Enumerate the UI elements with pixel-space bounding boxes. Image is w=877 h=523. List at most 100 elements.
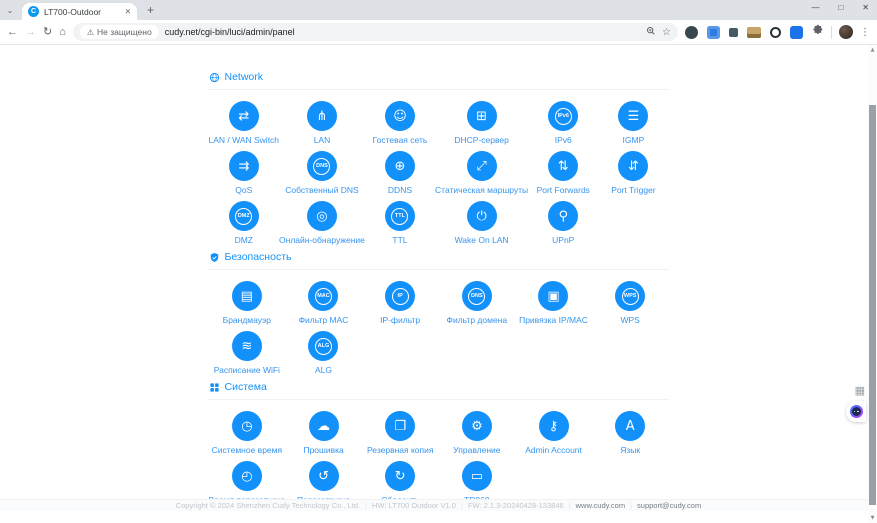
shield-icon [209, 252, 220, 263]
panel-item-igmp[interactable]: ☰ IGMP [598, 101, 668, 145]
icon-glyph: ⋔ [317, 110, 328, 123]
footer-link[interactable]: www.cudy.com [576, 501, 625, 510]
icon-badge-text: WPS [622, 288, 639, 305]
panel-item-firmware[interactable]: ☁Прошивка [285, 411, 362, 455]
panel-item-custom-dns[interactable]: DNSСобственный DNS [279, 151, 365, 195]
section-title: Network [225, 71, 264, 83]
panel-item-wake-on-lan[interactable]: ⏻Wake On LAN [435, 201, 528, 245]
icon-badge-text: DNS [313, 158, 330, 175]
zoom-indicator-icon[interactable] [646, 26, 656, 39]
panel-item-port-forwards[interactable]: ⇅Port Forwards [528, 151, 598, 195]
footer-link[interactable]: support@cudy.com [637, 501, 701, 510]
panel-item-label: DDNS [365, 185, 435, 195]
new-tab-button[interactable]: + [147, 3, 154, 17]
ip-filter-icon: IP [385, 281, 415, 311]
icon-glyph: ⤢ [476, 160, 486, 173]
panel-item-dmz[interactable]: DMZDMZ [209, 201, 280, 245]
panel-item-label: WPS [592, 315, 669, 325]
panel-item-ddns[interactable]: ⊕DDNS [365, 151, 435, 195]
port-trigger-icon: ⇵ [618, 151, 648, 181]
panel-item-mac-filter[interactable]: MACФильтр MAC [285, 281, 362, 325]
bookmark-star-icon[interactable]: ☆ [662, 27, 671, 38]
scroll-up-button[interactable]: ▲ [868, 47, 877, 53]
guest-network-icon: ☺ [385, 101, 415, 131]
extension-icon-1[interactable] [685, 26, 698, 39]
extension-icon-5[interactable] [770, 27, 781, 38]
panel-item-guest-network[interactable]: ☺ Гостевая сеть [365, 101, 435, 145]
security-chip[interactable]: ⚠ Не защищено [80, 25, 159, 39]
toolbar-divider [831, 26, 832, 39]
panel-item-lan[interactable]: ⋔LAN [279, 101, 365, 145]
reload-button[interactable]: ↻ [43, 27, 52, 38]
icon-badge-text: IP [392, 288, 409, 305]
scrollbar-thumb[interactable] [869, 105, 876, 505]
tab-search-button[interactable]: ⌄ [0, 6, 20, 15]
icon-glyph: ☺ [393, 110, 407, 123]
panel-item-domain-filter[interactable]: DNSФильтр домена [438, 281, 515, 325]
management-icon: ⚙ [462, 411, 492, 441]
qr-widget-icon[interactable]: ▦ [855, 385, 865, 396]
icon-glyph: ⚲ [558, 210, 568, 223]
panel-item-label: Гостевая сеть [365, 135, 435, 145]
panel-item-lan-wan-switch[interactable]: ⇄LAN / WAN Switch [209, 101, 280, 145]
extension-icon-2[interactable] [707, 26, 720, 39]
panel-item-label: Онлайн-обнаружение [279, 235, 365, 245]
url-text: cudy.net/cgi-bin/luci/admin/panel [165, 27, 640, 37]
scroll-down-button[interactable]: ▼ [868, 515, 877, 521]
maximize-button[interactable]: □ [838, 3, 843, 12]
panel-item-label: Фильтр домена [438, 315, 515, 325]
panel-item-online-detection[interactable]: ◎ Онлайн-обнаружение [279, 201, 365, 245]
extension-icon-3[interactable] [729, 28, 738, 37]
tab-close-icon[interactable]: ✕ [121, 7, 131, 16]
panel-item-label: Язык [592, 445, 669, 455]
panel-item-ip-mac-binding[interactable]: ▣Привязка IP/MAC [515, 281, 592, 325]
menu-kebab-icon[interactable]: ⋮ [860, 27, 870, 38]
minimize-button[interactable]: — [811, 3, 819, 12]
panel-item-qos[interactable]: ⇉QoS [209, 151, 280, 195]
panel-item-ipv6[interactable]: IPv6IPv6 [528, 101, 598, 145]
panel-item-upnp[interactable]: ⚲UPnP [528, 201, 598, 245]
panel-item-ttl[interactable]: TTLTTL [365, 201, 435, 245]
extension-icon-6[interactable] [790, 26, 803, 39]
panel-item-wifi-schedule[interactable]: ≋Расписание WiFi [209, 331, 286, 375]
section-grid: ◷Системное время☁Прошивка❐Резервная копи… [209, 400, 669, 505]
tr069-icon: ▭ [462, 461, 492, 491]
close-button[interactable]: ✕ [862, 3, 869, 12]
browser-window: ⌄ C LT700-Outdoor ✕ + — □ ✕ ← → ↻ ⌂ ⚠ Не… [0, 0, 877, 523]
panel-item-port-trigger[interactable]: ⇵Port Trigger [598, 151, 668, 195]
section-grid: Система◷Системное время☁Прошивка❐Резервн… [209, 381, 669, 505]
igmp-icon: ☰ [618, 101, 648, 131]
assistant-widget-button[interactable] [846, 401, 866, 422]
panel-item-dhcp-server[interactable]: ⊞DHCP-сервер [435, 101, 528, 145]
panel-item-label: IGMP [598, 135, 668, 145]
custom-dns-icon: DNS [307, 151, 337, 181]
panel-item-language[interactable]: AЯзык [592, 411, 669, 455]
panel-item-wps[interactable]: WPS WPS [592, 281, 669, 325]
url-bar[interactable]: ⚠ Не защищено cudy.net/cgi-bin/luci/admi… [73, 23, 678, 41]
qos-icon: ⇉ [229, 151, 259, 181]
panel-item-label: Управление [439, 445, 516, 455]
back-button[interactable]: ← [7, 27, 18, 38]
icon-glyph: ⇄ [238, 110, 249, 123]
panel-item-label: Фильтр MAC [285, 315, 362, 325]
panel-item-firewall[interactable]: ▤Брандмауэр [209, 281, 286, 325]
panel-item-ip-filter[interactable]: IPIP-фильтр [362, 281, 439, 325]
home-button[interactable]: ⌂ [59, 27, 66, 38]
icon-glyph: ⚙ [471, 420, 483, 433]
panel-item-static-routes[interactable]: ⤢Статическая маршруты [435, 151, 528, 195]
panel-item-backup[interactable]: ❐Резервная копия [362, 411, 439, 455]
forward-button[interactable]: → [25, 27, 36, 38]
panel-item-management[interactable]: ⚙ Управление [439, 411, 516, 455]
extensions-puzzle-icon[interactable] [812, 23, 824, 41]
panel-item-alg[interactable]: ALGALG [285, 331, 362, 375]
icon-glyph: ▤ [241, 290, 253, 303]
panel-item-system-time[interactable]: ◷Системное время [209, 411, 286, 455]
profile-avatar[interactable] [839, 25, 853, 39]
extension-icon-4[interactable] [747, 27, 761, 38]
browser-tab[interactable]: C LT700-Outdoor ✕ [22, 3, 137, 20]
ip-mac-binding-icon: ▣ [538, 281, 568, 311]
panel-item-admin-account[interactable]: ⚷Admin Account [515, 411, 592, 455]
globe-icon [209, 72, 220, 83]
icon-glyph: ◎ [316, 210, 327, 223]
scrollbar[interactable]: ▲ ▼ [868, 45, 877, 523]
